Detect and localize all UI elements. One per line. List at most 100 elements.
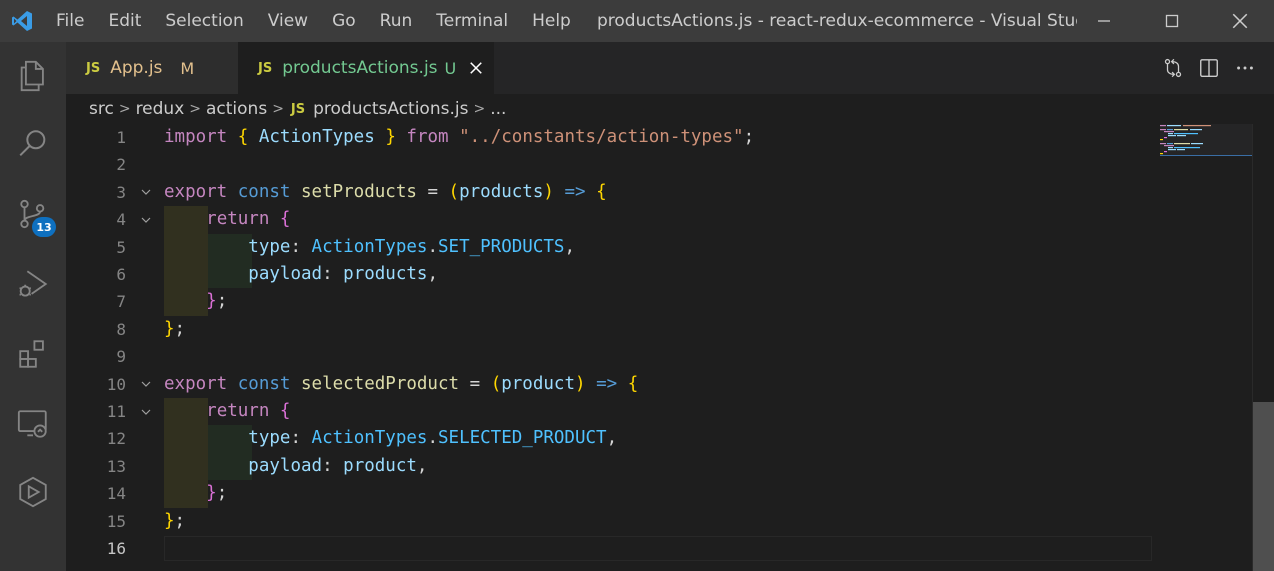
open-changes-icon[interactable]: [1162, 57, 1184, 79]
js-file-icon: JS: [258, 60, 273, 76]
menu-selection[interactable]: Selection: [153, 0, 255, 42]
code-line: 10 export const selectedProduct = (produ…: [66, 371, 1156, 398]
extensions-icon: [19, 340, 44, 368]
menu-go[interactable]: Go: [320, 0, 368, 42]
close-tab-button[interactable]: [468, 60, 484, 76]
close-icon: [1232, 13, 1248, 29]
more-actions-icon[interactable]: [1234, 57, 1256, 79]
js-file-icon: JS: [290, 101, 306, 117]
code-text: payload: product,: [248, 455, 428, 476]
untracked-indicator: U: [444, 58, 457, 78]
line-number: 11: [106, 402, 126, 421]
code-text: };: [164, 510, 186, 531]
code-text: payload: products,: [248, 264, 438, 284]
breadcrumb-redux[interactable]: redux: [136, 99, 185, 119]
chevron-right-icon: >: [118, 101, 131, 117]
breadcrumb-src[interactable]: src: [89, 99, 114, 119]
menu-file[interactable]: File: [44, 0, 96, 42]
code-line: 2: [66, 151, 1156, 178]
code-line: 11 return {: [66, 398, 1156, 425]
code-line: 5 type: ActionTypes.SET_PRODUCTS,: [66, 234, 1156, 261]
tab-products-actions-js[interactable]: JS productsActions.js U: [238, 42, 494, 94]
line-number: 1: [116, 128, 126, 147]
scrollbar-thumb[interactable]: [1253, 402, 1274, 571]
code-text: };: [206, 291, 228, 312]
chevron-right-icon: >: [272, 101, 284, 117]
code-line: 16: [66, 535, 1156, 562]
line-number: 12: [106, 429, 126, 449]
code-line: 12 type: ActionTypes.SELECTED_PRODUCT,: [66, 425, 1156, 452]
line-number: 15: [106, 511, 126, 531]
breadcrumb-actions[interactable]: actions: [206, 99, 267, 119]
breadcrumb-file[interactable]: productsActions.js: [313, 99, 468, 119]
menu-help[interactable]: Help: [520, 0, 583, 42]
code-line: 8 };: [66, 316, 1156, 343]
line-number: 3: [116, 182, 126, 202]
live-share-button[interactable]: [0, 462, 66, 522]
line-number: 8: [116, 319, 126, 339]
menu-view[interactable]: View: [256, 0, 320, 42]
explorer-button[interactable]: [0, 46, 66, 106]
code-line: 9: [66, 343, 1156, 370]
line-number: 5: [116, 237, 126, 257]
code-line: 1 import { ActionTypes } from "../consta…: [66, 124, 1156, 151]
minimap[interactable]: [1160, 124, 1252, 162]
code-line: 3 export const setProducts = (products) …: [66, 179, 1156, 206]
breadcrumb: src > redux > actions > JS productsActio…: [66, 94, 1274, 124]
line-number: 4: [116, 210, 126, 230]
search-button[interactable]: [0, 114, 66, 174]
menu-edit[interactable]: Edit: [96, 0, 153, 42]
tab-app-js[interactable]: JS App.js M: [66, 42, 238, 94]
modified-indicator: M: [180, 58, 195, 78]
code-editor[interactable]: 1 import { ActionTypes } from "../consta…: [66, 124, 1274, 571]
run-debug-icon: [19, 270, 48, 297]
minimize-button[interactable]: [1070, 0, 1138, 42]
code-text: export const selectedProduct = (product)…: [164, 373, 639, 394]
line-number: 6: [116, 265, 126, 284]
remote-explorer-button[interactable]: [0, 394, 66, 454]
menu-run[interactable]: Run: [368, 0, 425, 42]
line-number: 7: [116, 292, 126, 312]
code-text: type: ActionTypes.SET_PRODUCTS,: [248, 236, 575, 257]
fold-chevron-icon[interactable]: [138, 398, 154, 425]
fold-chevron-icon[interactable]: [138, 206, 154, 233]
files-icon: [20, 60, 44, 92]
split-editor-icon[interactable]: [1198, 57, 1220, 79]
search-icon: [19, 130, 46, 157]
line-number: 16: [106, 539, 126, 558]
extensions-button[interactable]: [0, 324, 66, 384]
line-number: 10: [106, 374, 126, 394]
vertical-scrollbar[interactable]: [1252, 124, 1274, 571]
editor-actions: [1162, 42, 1256, 94]
code-text: };: [164, 318, 186, 339]
breadcrumb-symbols[interactable]: ...: [490, 99, 506, 119]
fold-chevron-icon[interactable]: [138, 179, 154, 206]
close-icon: [470, 62, 483, 74]
code-text: type: ActionTypes.SELECTED_PRODUCT,: [248, 428, 618, 449]
fold-chevron-icon[interactable]: [138, 371, 154, 398]
js-file-icon: JS: [86, 60, 101, 76]
code-line: 6 payload: products,: [66, 261, 1156, 288]
menu-bar: File Edit Selection View Go Run Terminal…: [44, 0, 583, 42]
code-text: return {: [206, 401, 291, 421]
maximize-button[interactable]: [1138, 0, 1206, 42]
code-line: 14 };: [66, 480, 1156, 507]
source-control-button[interactable]: [0, 184, 66, 244]
window-controls: [1070, 0, 1274, 42]
menu-terminal[interactable]: Terminal: [424, 0, 520, 42]
code-line: 13 payload: product,: [66, 453, 1156, 480]
close-window-button[interactable]: [1206, 0, 1274, 42]
run-debug-button[interactable]: [0, 254, 66, 314]
window-title: productsActions.js - react-redux-ecommer…: [597, 11, 1077, 31]
vscode-logo-icon[interactable]: [0, 0, 44, 42]
live-share-icon: [19, 476, 47, 508]
line-number: 9: [116, 347, 126, 367]
minimize-icon: [1098, 20, 1110, 22]
source-control-badge: 13: [32, 217, 56, 237]
code-line: 15 };: [66, 508, 1156, 535]
maximize-icon: [1165, 14, 1179, 28]
chevron-right-icon: >: [473, 101, 486, 117]
remote-explorer-icon: [17, 410, 47, 438]
code-line: 7 };: [66, 288, 1156, 315]
tab-bar: JS App.js M JS productsActions.js U: [66, 42, 1274, 94]
